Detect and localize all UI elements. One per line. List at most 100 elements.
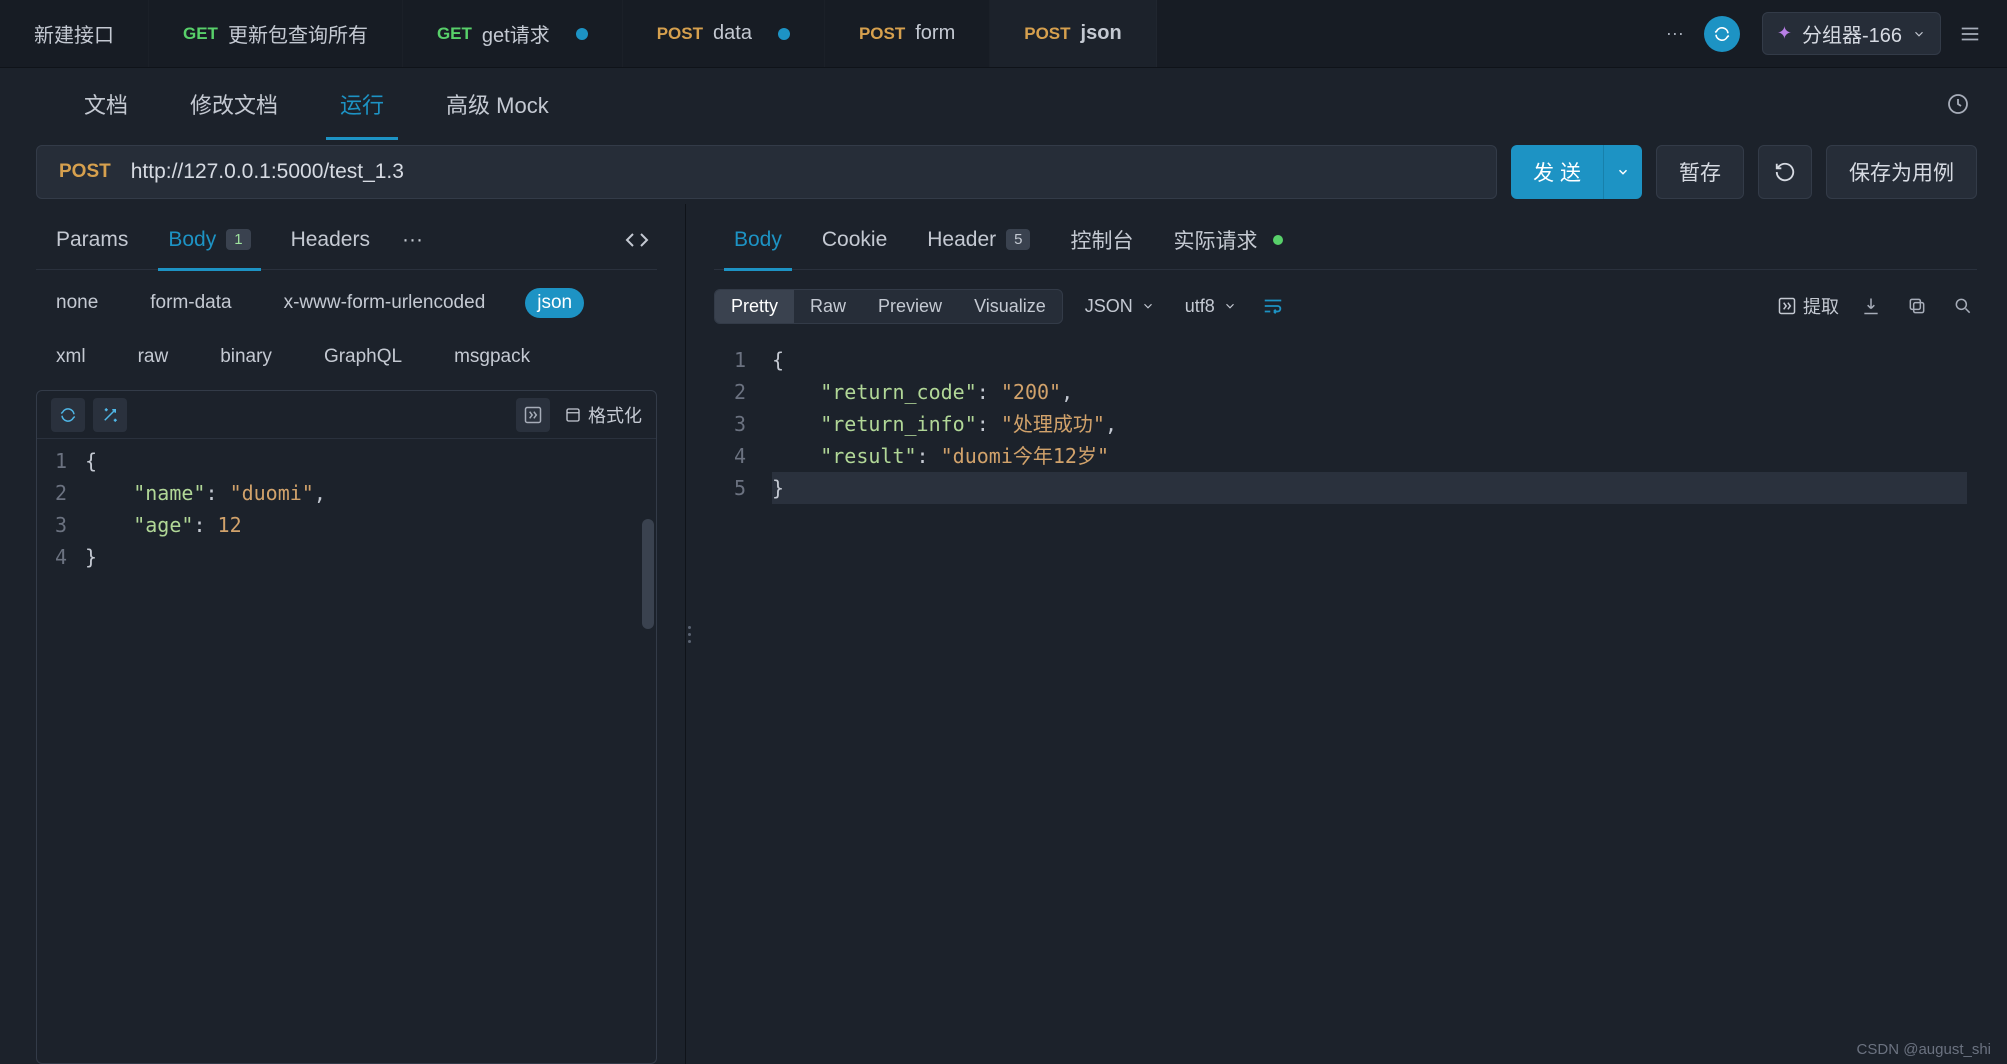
resp-tab-cookie[interactable]: Cookie [802,210,907,270]
response-charset-select[interactable]: utf8 [1177,296,1245,317]
group-icon: ✦ [1777,23,1792,44]
group-selector[interactable]: ✦ 分组器-166 [1762,12,1941,55]
view-mode-raw[interactable]: Raw [794,290,862,323]
tab-more-icon[interactable]: ··· [390,210,435,270]
tab-title: form [915,22,955,45]
editor-scrollbar[interactable] [642,519,654,629]
body-type-GraphQL[interactable]: GraphQL [312,342,414,372]
code-icon[interactable] [617,210,657,270]
response-inner-tabs: Body Cookie Header 5 控制台 实际请求 [714,210,1977,270]
response-format-select[interactable]: JSON [1077,296,1163,317]
method-label: POST [859,24,905,44]
resp-tab-actual[interactable]: 实际请求 [1153,210,1303,270]
top-tab-0[interactable]: 新建接口 [0,0,149,67]
view-mode-pretty[interactable]: Pretty [715,290,794,323]
body-count-badge: 1 [226,229,250,250]
resp-tab-header-label: Header [927,228,996,252]
watermark-label: CSDN @august_shi [1857,1041,1991,1058]
search-icon[interactable] [1949,292,1977,320]
response-panel: Body Cookie Header 5 控制台 实际请求 PrettyRawPr… [692,204,2007,1064]
tab-title: data [713,22,752,45]
extract-label: 提取 [1803,293,1839,319]
method-label: POST [657,24,703,44]
body-type-selector: none form-data x-www-form-urlencoded json xm… [36,270,657,380]
subnav-文档[interactable]: 文档 [60,68,152,140]
tab-body[interactable]: Body 1 [148,210,270,270]
top-tab-strip: 新建接口GET更新包查询所有GETget请求POSTdataPOSTformPO… [0,0,2007,68]
send-dropdown-button[interactable] [1603,145,1642,199]
response-code-area[interactable]: 12345 { "return_code": "200", "return_in… [714,340,1977,1064]
save-as-case-button[interactable]: 保存为用例 [1826,145,1977,199]
subnav-高级 Mock[interactable]: 高级 Mock [422,68,573,140]
wrap-toggle-icon[interactable] [1259,292,1287,320]
refresh-icon[interactable] [1704,16,1740,52]
body-type-binary[interactable]: binary [208,342,284,372]
resp-tab-console-label: 控制台 [1070,225,1133,255]
subnav-修改文档[interactable]: 修改文档 [166,68,302,140]
request-code-area[interactable]: 1234 { "name": "duomi", "age": 12} [37,439,656,1063]
request-method-label[interactable]: POST [59,161,111,183]
resp-tab-body-label: Body [734,228,782,252]
top-tab-3[interactable]: POST data [623,0,825,67]
menu-icon[interactable] [1951,15,1989,53]
response-charset-label: utf8 [1185,296,1215,317]
request-row: POST http://127.0.0.1:5000/test_1.3 发 送 … [0,140,2007,204]
body-type-form-data[interactable]: form-data [138,288,243,318]
group-label: 分组器-166 [1802,19,1902,48]
body-type-x-www-form-urlencoded[interactable]: x-www-form-urlencoded [272,288,498,318]
reset-button[interactable] [1758,145,1812,199]
subnav-运行[interactable]: 运行 [316,68,408,140]
unsaved-dot-icon [778,28,790,40]
response-format-label: JSON [1085,296,1133,317]
more-tabs-icon[interactable]: ··· [1656,15,1694,53]
tab-body-label: Body [168,228,216,252]
method-label: POST [1024,24,1070,44]
format-label: 格式化 [588,402,642,428]
tab-headers[interactable]: Headers [271,210,390,270]
sub-navigation: 文档修改文档运行高级 Mock [0,68,2007,140]
sync-icon[interactable] [51,398,85,432]
view-mode-visualize[interactable]: Visualize [958,290,1062,323]
url-bar[interactable]: POST http://127.0.0.1:5000/test_1.3 [36,145,1497,199]
resp-tab-header[interactable]: Header 5 [907,210,1050,270]
top-tab-5[interactable]: POST json [990,0,1156,67]
tab-params[interactable]: Params [36,210,148,270]
tab-title: 新建接口 [34,19,114,48]
resp-tab-actual-label: 实际请求 [1173,225,1257,255]
actual-status-dot [1273,235,1283,245]
method-label: GET [437,24,472,44]
copy-icon[interactable] [1903,292,1931,320]
format-button[interactable]: 格式化 [564,402,642,428]
method-label: GET [183,24,218,44]
history-icon[interactable] [1939,85,1977,123]
header-count-badge: 5 [1006,229,1030,250]
tab-headers-label: Headers [291,228,370,252]
request-panel: Params Body 1 Headers ··· none form-data x-… [0,204,686,1064]
tab-params-label: Params [56,228,128,252]
unsaved-dot-icon [576,28,588,40]
extract-var-icon[interactable] [516,398,550,432]
request-url-input[interactable]: http://127.0.0.1:5000/test_1.3 [131,160,404,184]
body-type-raw[interactable]: raw [126,342,181,372]
save-draft-button[interactable]: 暂存 [1656,145,1744,199]
send-button[interactable]: 发 送 [1511,145,1603,199]
resp-tab-body[interactable]: Body [714,210,802,270]
body-type-json[interactable]: json [525,288,584,318]
extract-button[interactable]: 提取 [1777,293,1839,319]
top-tab-2[interactable]: GETget请求 [403,0,623,67]
resp-tab-cookie-label: Cookie [822,228,887,252]
request-inner-tabs: Params Body 1 Headers ··· [36,210,657,270]
view-mode-preview[interactable]: Preview [862,290,958,323]
resp-tab-console[interactable]: 控制台 [1050,210,1153,270]
tab-title: json [1081,22,1122,45]
download-icon[interactable] [1857,292,1885,320]
body-type-msgpack[interactable]: msgpack [442,342,542,372]
top-tab-4[interactable]: POST form [825,0,990,67]
tab-title: 更新包查询所有 [228,19,368,48]
magic-icon[interactable] [93,398,127,432]
view-mode-segment: PrettyRawPreviewVisualize [714,289,1063,324]
request-body-editor: 格式化 1234 { "name": "duomi", "age": 12} [36,390,657,1064]
body-type-xml[interactable]: xml [44,342,98,372]
body-type-none[interactable]: none [44,288,110,318]
top-tab-1[interactable]: GET 更新包查询所有 [149,0,403,67]
